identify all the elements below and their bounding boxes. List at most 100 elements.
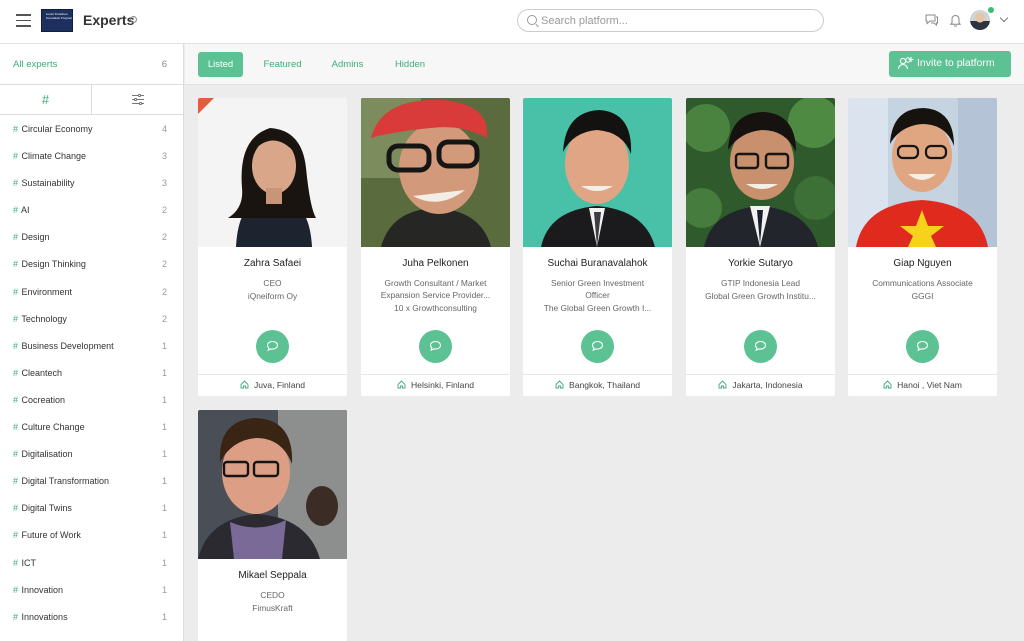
tag-item[interactable]: # Climate Change 3 (0, 143, 184, 170)
tab-hidden[interactable]: Hidden (388, 52, 432, 77)
expert-photo (523, 98, 672, 247)
tag-name: Innovations (21, 611, 68, 622)
expert-organization: The Global Green Growth I... (543, 303, 652, 313)
tag-count: 1 (161, 367, 167, 378)
tag-item[interactable]: # ICT 1 (0, 550, 184, 577)
sidebar-tabs: # (0, 85, 184, 115)
home-icon (883, 380, 892, 389)
tag-item[interactable]: # Business Development 1 (0, 333, 184, 360)
tag-item[interactable]: # Cocreation 1 (0, 387, 184, 414)
home-icon (718, 380, 727, 389)
home-icon (555, 380, 564, 389)
all-experts-count: 6 (161, 59, 167, 70)
expert-location: Jakarta, Indonesia (686, 374, 835, 396)
expert-card[interactable]: Yorkie Sutaryo GTIP Indonesia Lead Globa… (686, 98, 835, 396)
tag-count: 1 (161, 422, 167, 433)
featured-ribbon (198, 98, 214, 114)
menu-icon[interactable] (16, 14, 31, 27)
expert-organization: FimusKraft (252, 603, 293, 613)
tag-item[interactable]: # Innovation 1 (0, 577, 184, 604)
expert-name: Suchai Buranavalahok (547, 258, 648, 269)
tab-tags[interactable]: # (0, 85, 92, 114)
tag-count: 4 (161, 124, 167, 134)
tab-listed[interactable]: Listed (198, 52, 243, 77)
expert-name: Zahra Safaei (243, 258, 302, 269)
tag-name: Cleantech (21, 367, 63, 378)
chevron-down-icon[interactable] (999, 13, 1009, 23)
expert-card[interactable]: Juha Pelkonen Growth Consultant / Market… (361, 98, 510, 396)
expert-title: GTIP Indonesia Lead (721, 278, 800, 288)
search-input[interactable] (541, 13, 811, 28)
tab-admins[interactable]: Admins (325, 52, 370, 77)
tag-item[interactable]: # Digitalisation 1 (0, 441, 184, 468)
expert-card[interactable]: Zahra Safaei CEO iQneiform Oy Juva, Finl… (198, 98, 347, 396)
expert-card[interactable]: Giap Nguyen Communications Associate GGG… (848, 98, 997, 396)
filter-bar: Listed Featured Admins Hidden Invite to … (185, 44, 1024, 85)
tag-count: 1 (161, 503, 167, 514)
tag-count: 1 (161, 584, 167, 595)
home-icon (397, 380, 406, 389)
tag-item[interactable]: # Circular Economy 4 (0, 116, 184, 143)
tag-item[interactable]: # Digital Transformation 1 (0, 468, 184, 495)
message-button[interactable] (906, 330, 939, 363)
tag-name: Climate Change (21, 151, 87, 162)
expert-photo (361, 98, 510, 247)
message-button[interactable] (256, 330, 289, 363)
tag-count: 3 (161, 178, 167, 189)
chat-bubble-icon (591, 340, 604, 352)
organization-logo[interactable]: Green Transition Investment Program (41, 9, 73, 32)
chat-bubble-icon (916, 340, 929, 352)
search-bar[interactable] (517, 9, 824, 32)
tag-count: 1 (161, 530, 167, 541)
tag-count: 1 (161, 449, 167, 460)
expert-card[interactable]: Mikael Seppala CEDO FimusKraft (198, 410, 347, 641)
user-avatar[interactable] (970, 10, 990, 30)
chat-bubble-icon (754, 340, 767, 352)
tag-count: 2 (161, 232, 167, 243)
tag-item[interactable]: # Design Thinking 2 (0, 251, 184, 278)
tag-name: Digital Twins (21, 503, 72, 514)
tag-name: Circular Economy (21, 124, 93, 134)
messages-icon[interactable] (924, 13, 939, 27)
tag-item[interactable]: # Technology 2 (0, 306, 184, 333)
tag-item[interactable]: # Design 2 (0, 224, 184, 251)
tab-filters[interactable] (92, 85, 184, 114)
tab-featured[interactable]: Featured (257, 52, 308, 77)
tag-name: Culture Change (21, 422, 85, 433)
all-experts-label: All experts (13, 59, 58, 70)
tag-name: Business Development (21, 340, 114, 351)
search-icon (527, 15, 537, 25)
tag-item[interactable]: # Cleantech 1 (0, 360, 184, 387)
expert-card[interactable]: Suchai Buranavalahok Senior Green Invest… (523, 98, 672, 396)
message-button[interactable] (419, 330, 452, 363)
expert-title: Senior Green Investment (550, 278, 645, 288)
tag-item[interactable]: # Innovations 1 (0, 604, 184, 631)
tag-name: ICT (21, 557, 37, 568)
location-text: Jakarta, Indonesia (732, 380, 803, 390)
tag-item[interactable]: # AI 2 (0, 197, 184, 224)
location-text: Hanoi , Viet Nam (897, 380, 962, 390)
message-button[interactable] (581, 330, 614, 363)
expert-title: Communications Associate (872, 278, 973, 288)
tag-name: Digital Transformation (21, 476, 110, 487)
all-experts-filter[interactable]: All experts 6 (0, 44, 184, 85)
message-button[interactable] (744, 330, 777, 363)
info-icon[interactable]: i (130, 16, 137, 23)
tag-item[interactable]: # Sustainability 3 (0, 170, 184, 197)
sliders-icon (132, 93, 144, 105)
expert-photo (686, 98, 835, 247)
chat-bubble-icon (266, 340, 279, 352)
invite-to-platform-button[interactable]: Invite to platform (889, 51, 1011, 77)
tag-item[interactable]: # Environment 2 (0, 279, 184, 306)
location-text: Juva, Finland (253, 380, 306, 390)
page-title: Experts (83, 12, 135, 28)
notifications-icon[interactable] (949, 13, 962, 27)
tag-item[interactable]: # Future of Work 1 (0, 522, 184, 549)
tag-name: Design Thinking (21, 259, 86, 270)
tag-item[interactable]: # Culture Change 1 (0, 414, 184, 441)
tag-count: 1 (161, 557, 167, 568)
tag-count: 2 (161, 313, 167, 324)
tag-item[interactable]: # Digital Twins 1 (0, 495, 184, 522)
tag-name: Sustainability (21, 178, 75, 189)
tag-name: Design (21, 232, 50, 243)
